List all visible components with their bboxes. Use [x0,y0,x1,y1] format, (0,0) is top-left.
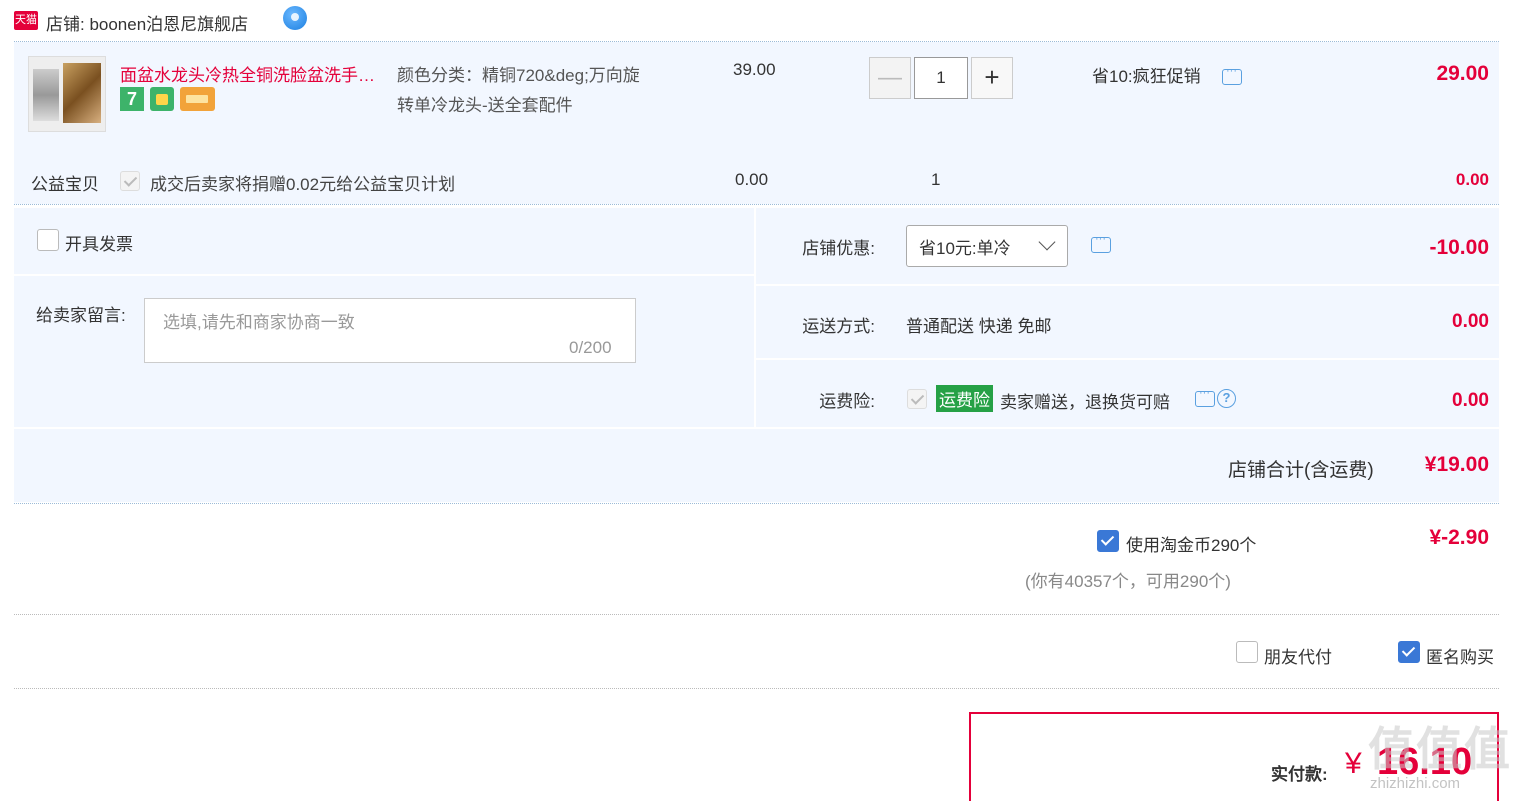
quantity-decrease-button[interactable]: — [869,57,911,99]
wangwang-chat-icon[interactable] [283,6,307,30]
discount-info-icon[interactable] [1091,233,1111,253]
item-subtotal: 29.00 [1436,62,1489,85]
divider [14,503,1499,504]
invoice-checkbox[interactable] [37,229,59,251]
payment-label: 实付款: [1271,765,1328,784]
unit-price: 39.00 [733,60,776,79]
charity-total: 0.00 [1455,170,1489,189]
sku-info: 颜色分类：精铜720&deg;万向旋 转单冷龙头-送全套配件 [397,61,687,121]
coins-discount-value: ¥-2.90 [1429,526,1489,549]
friend-pay-checkbox[interactable] [1236,641,1258,663]
divider [14,274,754,276]
shop-total-value: ¥19.00 [1424,453,1489,476]
product-title-link[interactable]: 面盆水龙头冷热全铜洗脸盆洗手间卫生间台盆 [120,61,390,86]
divider [756,284,1499,286]
use-coins-checkbox[interactable] [1097,530,1119,552]
seven-day-return-icon: 7 [120,87,144,111]
charity-checkbox [120,171,140,191]
quantity-increase-button[interactable]: + [971,57,1013,99]
divider [14,688,1499,689]
insurance-checkbox [907,389,927,409]
charity-text: 成交后卖家将捐赠0.02元给公益宝贝计划 [150,175,456,194]
divider [756,358,1499,360]
shop-name-link[interactable]: 店铺: boonen泊恩尼旗舰店 [46,10,248,35]
shipping-value: 0.00 [1452,311,1489,332]
charity-label: 公益宝贝 [31,175,99,194]
message-placeholder: 选填,请先和商家协商一致 [163,313,355,332]
payment-currency: ¥ [1345,747,1362,780]
tmall-logo: 天猫 [14,11,38,30]
product-thumbnail[interactable] [28,56,106,132]
credit-card-icon [180,87,215,111]
discount-select[interactable]: 省10元:单冷 [906,225,1068,267]
message-char-counter: 0/200 [569,338,612,357]
insurance-info-icon[interactable] [1195,387,1215,407]
shipping-method: 普通配送 快递 免邮 [906,317,1052,336]
anonymous-purchase-checkbox[interactable] [1398,641,1420,663]
divider [14,204,1499,205]
invoice-label: 开具发票 [65,235,133,254]
message-label: 给卖家留言: [36,306,126,325]
discount-label: 店铺优惠: [802,239,875,258]
sku-line-2: 转单冷龙头-送全套配件 [397,96,573,115]
coins-available: (你有40357个，可用290个) [1025,572,1231,591]
insurance-text: 卖家赠送，退换货可赔 [1000,393,1170,412]
quantity-input[interactable]: 1 [914,57,968,99]
chevron-down-icon [1038,233,1056,251]
divider [14,614,1499,615]
shopping-bag-icon [150,87,174,111]
watermark-url: zhizhizhi.com [1370,775,1461,792]
sku-line-1: 颜色分类：精铜720&deg;万向旋 [397,66,640,85]
shipping-label: 运送方式: [802,317,875,336]
insurance-tag: 运费险 [936,385,993,412]
insurance-label: 运费险: [819,392,875,411]
use-coins-label: 使用淘金币290个 [1126,536,1257,555]
charity-quantity: 1 [931,170,941,189]
discount-value: -10.00 [1429,236,1489,259]
anonymous-purchase-label: 匿名购买 [1426,648,1494,667]
discount-selected-value: 省10元:单冷 [919,239,1011,258]
friend-pay-label: 朋友代付 [1264,648,1332,667]
promotion-label: 省10:疯狂促销 [1092,67,1201,86]
insurance-value: 0.00 [1452,390,1489,411]
watermark-logo: 值值值 [1368,723,1512,775]
shop-total-label: 店铺合计(含运费) [1228,460,1374,481]
charity-price: 0.00 [735,170,769,189]
help-icon[interactable]: ? [1217,389,1236,408]
promotion-info-icon[interactable] [1222,65,1242,85]
